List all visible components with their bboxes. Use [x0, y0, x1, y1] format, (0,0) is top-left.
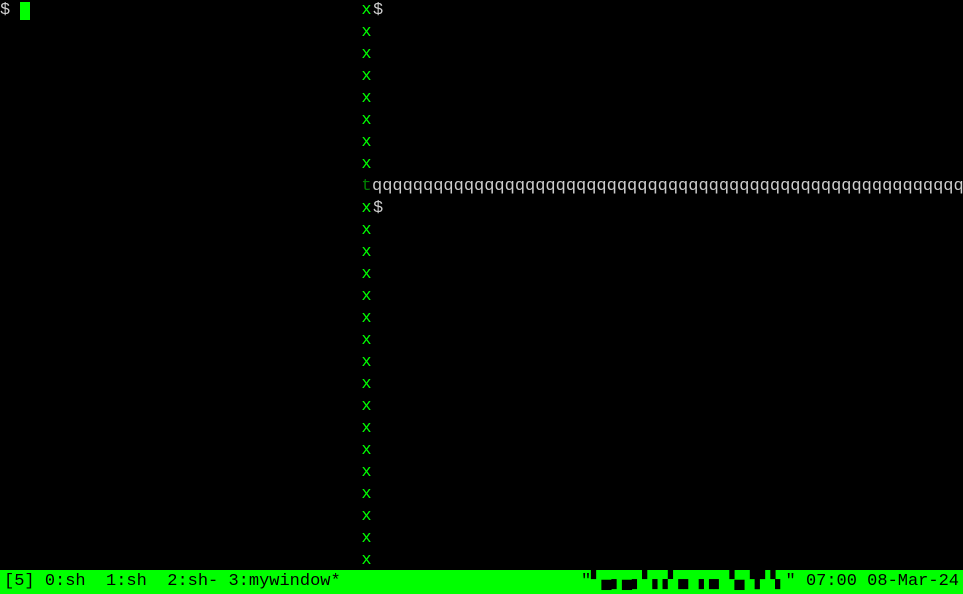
horizontal-pane-border: qqqqqqqqqqqqqqqqqqqqqqqqqqqqqqqqqqqqqqqq… [372, 176, 963, 198]
border-vert-char: x [361, 550, 372, 572]
cursor [20, 2, 30, 20]
window-list: 0:sh 1:sh 2:sh- 3:mywindow* [45, 571, 341, 593]
window-tab-0[interactable]: 0:sh [45, 572, 86, 591]
hborder-fill: qqqqqqqqqqqqqqqqqqqqqqqqqqqqqqqqqqqqqqqq… [372, 177, 963, 196]
prompt-char: $ [373, 1, 393, 20]
host-quote-open: " [581, 571, 591, 593]
border-vert-char: x [361, 44, 372, 66]
session-indicator[interactable]: [5] [4, 571, 35, 593]
window-tab-1[interactable]: 1:sh [106, 572, 147, 591]
border-vert-char: x [361, 22, 372, 44]
border-vert-char: x [361, 396, 372, 418]
border-vert-char: x [361, 418, 372, 440]
status-left: [5] 0:sh 1:sh 2:sh- 3:mywindow* [4, 571, 341, 593]
border-vert-char: x [361, 0, 372, 22]
pane-left[interactable]: $ [0, 0, 361, 570]
host-glyphs: ▘▄▖▄▖▘▖▞▗▖▗▗▖▝▄▝▛▝▖ [591, 571, 785, 593]
shell-prompt-left[interactable]: $ [0, 0, 361, 22]
window-tab-3[interactable]: 3:mywindow* [228, 572, 340, 591]
border-vert-char: x [361, 264, 372, 286]
pane-right-bottom[interactable]: $ [373, 198, 963, 570]
border-tee-char: t [361, 176, 372, 198]
border-vert-char: x [361, 110, 372, 132]
clock-date: 08-Mar-24 [867, 571, 959, 593]
tmux-statusbar: [5] 0:sh 1:sh 2:sh- 3:mywindow* "▘▄▖▄▖▘▖… [0, 570, 963, 594]
window-gap [147, 572, 167, 591]
border-vert-char: x [361, 286, 372, 308]
border-vert-char: x [361, 440, 372, 462]
pane-right-top[interactable]: $ [373, 0, 963, 176]
border-vert-char: x [361, 132, 372, 154]
prompt-char: $ [373, 199, 393, 218]
border-vert-char: x [361, 528, 372, 550]
border-vert-char: x [361, 484, 372, 506]
clock-time: 07:00 [806, 571, 857, 593]
border-vert-char: x [361, 154, 372, 176]
shell-prompt-right-top[interactable]: $ [373, 0, 963, 22]
shell-prompt-right-bottom[interactable]: $ [373, 198, 963, 220]
vertical-pane-border: xxxxxxxxtxxxxxxxxxxxxxxxxx [361, 0, 372, 570]
window-gap [86, 572, 106, 591]
tmux-screen: $ xxxxxxxxtxxxxxxxxxxxxxxxxx $ qqqqqqqqq… [0, 0, 963, 594]
border-vert-char: x [361, 88, 372, 110]
window-gap [218, 572, 228, 591]
border-vert-char: x [361, 330, 372, 352]
border-vert-char: x [361, 462, 372, 484]
border-vert-char: x [361, 308, 372, 330]
border-vert-char: x [361, 374, 372, 396]
host-quote-close: " [786, 571, 796, 593]
window-tab-2[interactable]: 2:sh- [167, 572, 218, 591]
status-right: "▘▄▖▄▖▘▖▞▗▖▗▗▖▝▄▝▛▝▖" 07:00 08-Mar-24 [581, 571, 959, 593]
border-vert-char: x [361, 242, 372, 264]
border-vert-char: x [361, 220, 372, 242]
border-vert-char: x [361, 352, 372, 374]
border-vert-char: x [361, 66, 372, 88]
border-vert-char: x [361, 506, 372, 528]
border-vert-char: x [361, 198, 372, 220]
prompt-char: $ [0, 1, 20, 20]
